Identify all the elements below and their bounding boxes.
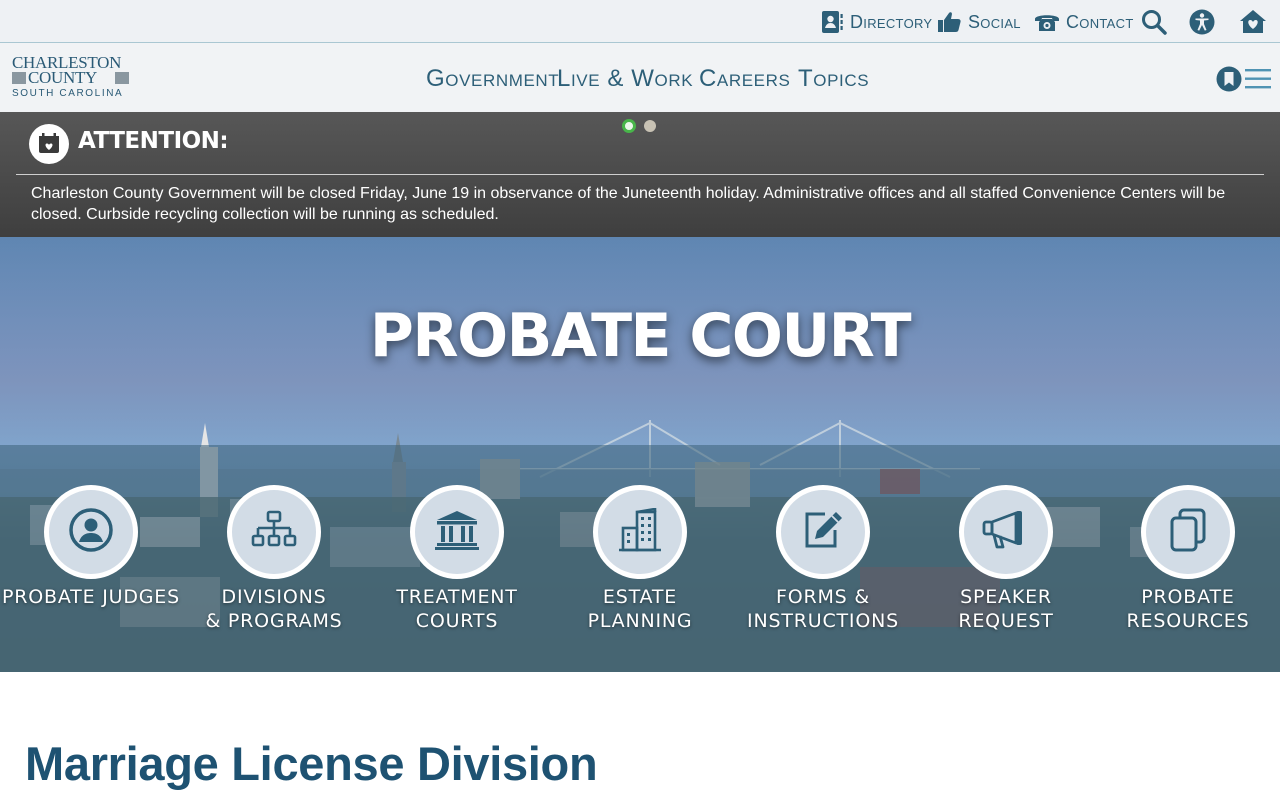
tile-circle: [593, 485, 687, 579]
nav-live-work[interactable]: Live & Work: [557, 65, 693, 93]
tile-circle: [227, 485, 321, 579]
carousel-dot-2[interactable]: [644, 120, 656, 132]
logo-line-2: COUNTY: [28, 68, 98, 87]
tile-label: Forms & Instructions: [747, 586, 899, 632]
thumbs-up-icon: [937, 10, 962, 34]
logo-line-3: SOUTH CAROLINA: [12, 88, 124, 99]
tile-forms-instructions[interactable]: Forms & Instructions: [733, 485, 913, 645]
main-header: CHARLESTON COUNTY SOUTH CAROLINA Governm…: [0, 43, 1280, 112]
page-title: Marriage License Division: [25, 737, 598, 790]
tile-label: Speaker Request: [958, 586, 1054, 632]
tile-label: Probate Judges: [2, 586, 180, 608]
carousel-dot-active[interactable]: [622, 119, 636, 133]
phone-icon: [1034, 11, 1060, 33]
courthouse-icon: [434, 509, 480, 556]
user-circle-icon: [68, 507, 114, 558]
tile-label: Divisions & Programs: [205, 586, 343, 632]
megaphone-icon: [982, 509, 1030, 556]
tile-label: Treatment Courts: [396, 586, 518, 632]
accessibility-icon: [1189, 9, 1215, 35]
home-heart-icon: [1239, 9, 1267, 35]
alert-divider: [16, 174, 1264, 175]
social-link[interactable]: Social: [937, 8, 1021, 36]
tile-circle: [1141, 485, 1235, 579]
county-logo[interactable]: CHARLESTON COUNTY SOUTH CAROLINA: [12, 53, 130, 103]
accessibility-button[interactable]: [1189, 8, 1215, 36]
directory-link[interactable]: Directory: [820, 8, 932, 36]
hamburger-menu-icon[interactable]: [1245, 68, 1271, 95]
tile-circle: [959, 485, 1053, 579]
tile-speaker-request[interactable]: Speaker Request: [916, 485, 1096, 645]
nav-careers[interactable]: Careers: [699, 65, 790, 93]
edit-form-icon: [801, 508, 845, 557]
tile-estate-planning[interactable]: Estate Planning: [550, 485, 730, 645]
tile-label: Estate Planning: [587, 586, 693, 632]
nav-government[interactable]: Government: [426, 65, 559, 93]
address-book-icon: [820, 10, 844, 34]
hero-title: PROBATE COURT: [369, 301, 912, 371]
search-button[interactable]: [1141, 8, 1167, 36]
hero-banner: PROBATE COURT Probate Judges Divisions & …: [0, 237, 1280, 672]
buildings-icon: [617, 506, 663, 557]
tile-circle: [44, 485, 138, 579]
social-label: Social: [968, 11, 1021, 32]
tile-circle: [410, 485, 504, 579]
search-icon: [1141, 9, 1167, 35]
contact-link[interactable]: Contact: [1034, 8, 1134, 36]
utility-bar: Directory Social Contact: [0, 0, 1280, 43]
bookmark-icon[interactable]: [1216, 66, 1242, 97]
alert-title: ATTENTION:: [78, 128, 229, 154]
tile-circle: [776, 485, 870, 579]
calendar-alert-icon: [29, 124, 69, 164]
copy-documents-icon: [1166, 507, 1210, 558]
directory-label: Directory: [850, 11, 933, 32]
tile-divisions-programs[interactable]: Divisions & Programs: [184, 485, 364, 645]
home-button[interactable]: [1239, 8, 1267, 36]
tile-probate-judges[interactable]: Probate Judges: [1, 485, 181, 645]
tile-probate-resources[interactable]: Probate Resources: [1098, 485, 1278, 645]
tile-label: Probate Resources: [1126, 586, 1250, 632]
tile-treatment-courts[interactable]: Treatment Courts: [367, 485, 547, 645]
logo-square-right: [115, 72, 129, 84]
org-chart-icon: [251, 510, 297, 555]
alert-message: Charleston County Government will be clo…: [31, 185, 1226, 223]
contact-label: Contact: [1066, 11, 1134, 32]
nav-topics[interactable]: Topics: [798, 65, 869, 93]
logo-square-left: [12, 72, 26, 84]
